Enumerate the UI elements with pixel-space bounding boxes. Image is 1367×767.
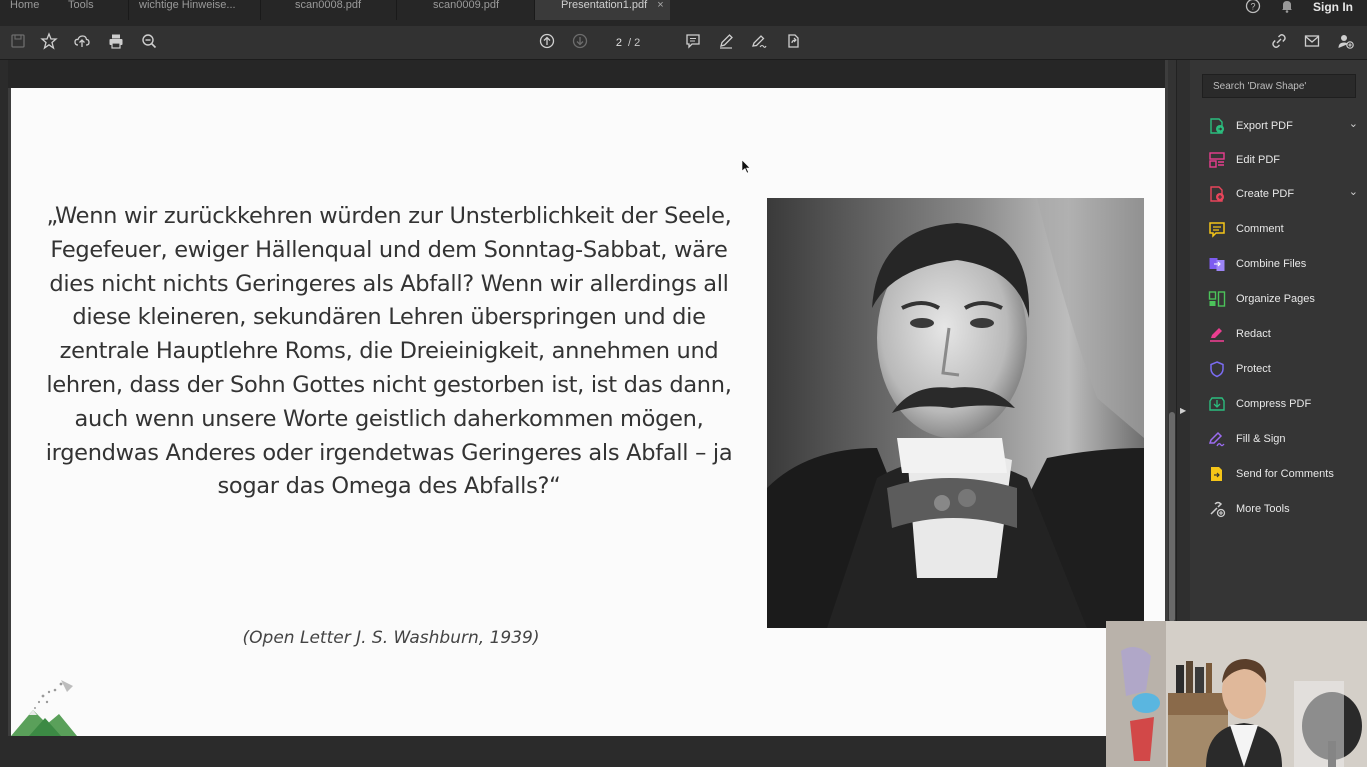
zoom-out-icon[interactable] bbox=[139, 32, 159, 52]
highlight-pen-icon[interactable] bbox=[716, 32, 736, 52]
tab-label: Presentation1.pdf bbox=[561, 0, 648, 11]
tool-label: Export PDF bbox=[1236, 120, 1293, 132]
tool-compress-pdf[interactable]: Compress PDF bbox=[1208, 392, 1358, 416]
page-total: / 2 bbox=[628, 37, 641, 49]
edit-pdf-icon bbox=[1208, 151, 1226, 169]
tool-combine-files[interactable]: Combine Files bbox=[1208, 252, 1358, 276]
tool-label: Organize Pages bbox=[1236, 293, 1315, 305]
tool-organize-pages[interactable]: Organize Pages bbox=[1208, 287, 1358, 311]
chevron-down-icon[interactable]: ⌄ bbox=[1349, 117, 1358, 130]
tool-create-pdf[interactable]: Create PDF ⌄ bbox=[1208, 182, 1358, 206]
tab-label: Home bbox=[10, 0, 40, 11]
tool-export-pdf[interactable]: Export PDF ⌄ bbox=[1208, 114, 1358, 138]
svg-text:?: ? bbox=[1250, 1, 1255, 11]
tab-label: scan0009.pdf bbox=[433, 0, 500, 11]
comment-icon bbox=[1208, 220, 1226, 238]
tab-label: Tools bbox=[68, 0, 94, 11]
tool-fill-sign[interactable]: Fill & Sign bbox=[1208, 427, 1358, 451]
help-icon[interactable]: ? bbox=[1245, 0, 1261, 17]
tool-label: Combine Files bbox=[1236, 258, 1307, 270]
tool-edit-pdf[interactable]: Edit PDF bbox=[1208, 148, 1358, 172]
bookmark-star-icon[interactable] bbox=[39, 32, 59, 52]
tool-send-for-comments[interactable]: Send for Comments bbox=[1208, 462, 1358, 486]
tool-label: Protect bbox=[1236, 363, 1271, 375]
toolbar: / 2 bbox=[0, 26, 1367, 60]
close-tab-icon[interactable]: × bbox=[657, 0, 663, 11]
tool-label: Edit PDF bbox=[1236, 154, 1281, 166]
mountain-logo bbox=[11, 678, 81, 736]
tool-label: Fill & Sign bbox=[1236, 433, 1286, 445]
tab-label: scan0008.pdf bbox=[295, 0, 362, 11]
tab-document-presentation1[interactable]: Presentation1.pdf × bbox=[534, 0, 670, 20]
acrobat-window: Home Tools wichtige Hinweise... scan0008… bbox=[0, 0, 1367, 767]
sign-in-button[interactable]: Sign In bbox=[1313, 0, 1353, 14]
tool-redact[interactable]: Redact bbox=[1208, 322, 1358, 346]
more-tools-icon bbox=[1208, 500, 1226, 518]
tab-document-hinweise[interactable]: wichtige Hinweise... bbox=[128, 0, 260, 20]
fill-sign-icon bbox=[1208, 430, 1226, 448]
link-icon[interactable] bbox=[1269, 32, 1289, 52]
tool-protect[interactable]: Protect bbox=[1208, 357, 1358, 381]
chevron-down-icon[interactable]: ⌄ bbox=[1349, 185, 1358, 198]
add-user-icon[interactable] bbox=[1336, 32, 1356, 52]
tab-label: wichtige Hinweise... bbox=[139, 0, 236, 11]
tool-label: Compress PDF bbox=[1236, 398, 1312, 410]
print-icon[interactable] bbox=[106, 32, 126, 52]
tool-label: Comment bbox=[1236, 223, 1284, 235]
tool-comment[interactable]: Comment bbox=[1208, 217, 1358, 241]
page-navigator: / 2 bbox=[600, 34, 640, 52]
mail-icon[interactable] bbox=[1302, 32, 1322, 52]
page-up-icon[interactable] bbox=[537, 32, 557, 52]
page-number-input[interactable] bbox=[600, 35, 622, 51]
redact-icon bbox=[1208, 325, 1226, 343]
create-pdf-icon bbox=[1208, 185, 1226, 203]
organize-pages-icon bbox=[1208, 290, 1226, 308]
page-gap-top bbox=[8, 60, 1165, 88]
webcam-overlay bbox=[1106, 621, 1367, 767]
tab-home[interactable]: Home bbox=[0, 0, 58, 20]
tools-search-input[interactable] bbox=[1202, 74, 1356, 98]
combine-files-icon bbox=[1208, 255, 1226, 273]
upload-cloud-icon[interactable] bbox=[72, 32, 92, 52]
tab-bar: Home Tools wichtige Hinweise... scan0008… bbox=[0, 0, 1367, 26]
tool-more-tools[interactable]: More Tools bbox=[1208, 497, 1358, 521]
portrait-photo bbox=[767, 198, 1144, 628]
page-gap-bottom bbox=[8, 736, 1165, 767]
pdf-page[interactable]: „Wenn wir zurückkehren würden zur Unster… bbox=[11, 88, 1165, 736]
tab-document-scan0008[interactable]: scan0008.pdf bbox=[260, 0, 396, 20]
export-pdf-icon bbox=[1208, 117, 1226, 135]
slide-citation: (Open Letter J. S. Washburn, 1939) bbox=[242, 628, 540, 648]
share-icon[interactable] bbox=[783, 32, 803, 52]
tool-label: Create PDF bbox=[1236, 188, 1295, 200]
protect-icon bbox=[1208, 360, 1226, 378]
scrollbar-thumb[interactable] bbox=[1169, 412, 1175, 622]
bell-icon[interactable] bbox=[1279, 0, 1295, 17]
sign-icon[interactable] bbox=[749, 32, 769, 52]
page-down-icon[interactable] bbox=[570, 32, 590, 52]
tab-tools[interactable]: Tools bbox=[58, 0, 120, 20]
tool-label: Send for Comments bbox=[1236, 468, 1334, 480]
compress-pdf-icon bbox=[1208, 395, 1226, 413]
tool-label: Redact bbox=[1236, 328, 1271, 340]
save-icon[interactable] bbox=[8, 32, 28, 52]
document-viewer[interactable]: „Wenn wir zurückkehren würden zur Unster… bbox=[8, 60, 1176, 767]
comment-icon[interactable] bbox=[683, 32, 703, 52]
mouse-cursor-icon bbox=[741, 159, 751, 174]
send-for-comments-icon bbox=[1208, 465, 1226, 483]
tab-document-scan0009[interactable]: scan0009.pdf bbox=[396, 0, 534, 20]
header-right: ? Sign In bbox=[1245, 0, 1353, 20]
chevron-right-icon[interactable]: ▶ bbox=[1180, 406, 1186, 415]
slide-quote: „Wenn wir zurückkehren würden zur Unster… bbox=[45, 203, 733, 500]
tool-label: More Tools bbox=[1236, 503, 1290, 515]
